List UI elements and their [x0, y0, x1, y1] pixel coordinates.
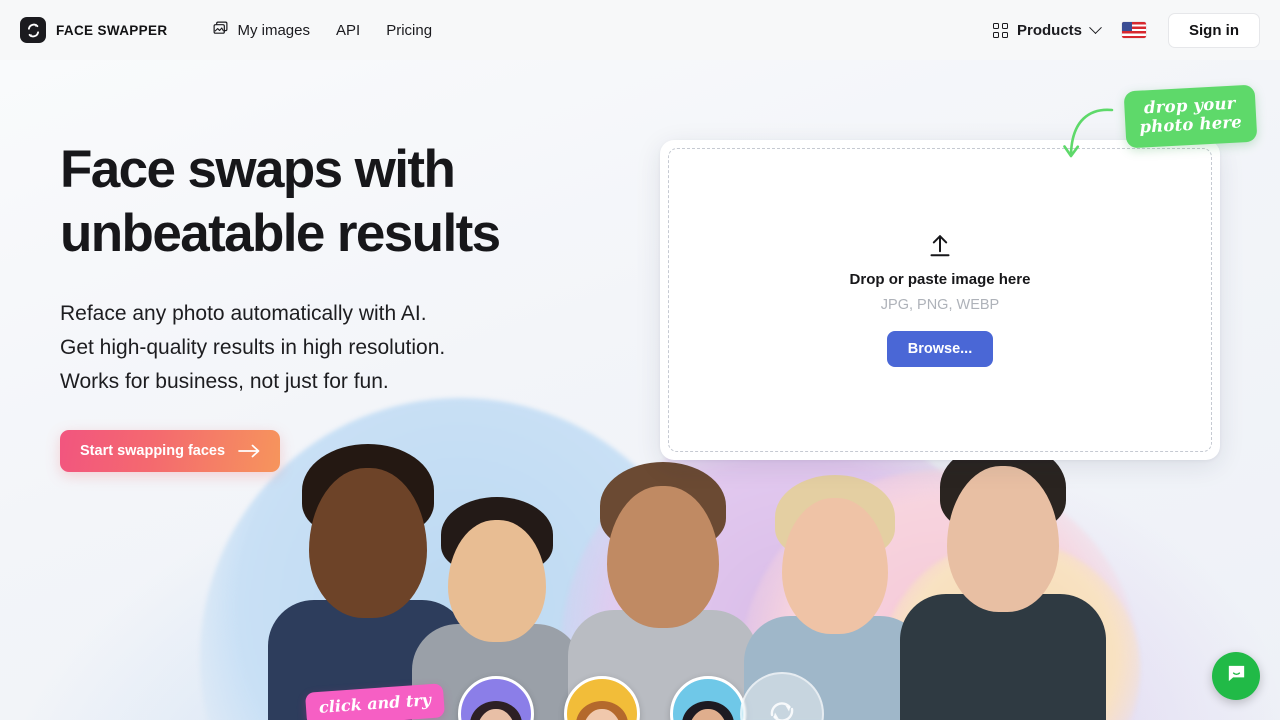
header-actions: Products Sign in	[992, 12, 1260, 48]
face-thumbnail-1[interactable]	[458, 676, 534, 720]
click-and-try-label: click and try	[318, 690, 432, 717]
curved-arrow-down-icon	[1052, 104, 1116, 176]
drop-photo-sticker: drop your photo here	[1123, 84, 1258, 149]
brand-logo[interactable]: FACE SWAPPER	[20, 17, 167, 43]
chevron-down-icon	[1089, 20, 1102, 34]
chat-launcher-button[interactable]	[1212, 652, 1260, 700]
chat-bubble-icon	[1225, 662, 1248, 690]
main-nav: My images API Pricing	[212, 20, 432, 41]
language-selector[interactable]	[1122, 22, 1146, 38]
site-header: FACE SWAPPER My images API Pricing Produ…	[0, 0, 1280, 60]
upload-arrow-icon	[927, 233, 953, 259]
person-head	[607, 486, 719, 628]
face-thumbnail-3[interactable]	[670, 676, 746, 720]
dropzone-title: Drop or paste image here	[849, 270, 1031, 288]
face-thumbnail-2[interactable]	[564, 676, 640, 720]
page-root: FACE SWAPPER My images API Pricing Produ…	[0, 0, 1280, 720]
hero-subheading: Reface any photo automatically with AI. …	[60, 302, 446, 394]
nav-item-api[interactable]: API	[336, 22, 360, 39]
grid-icon	[992, 22, 1008, 38]
dropzone-formats: JPG, PNG, WEBP	[880, 296, 1000, 313]
browse-button[interactable]: Browse...	[886, 330, 994, 368]
images-icon	[212, 20, 229, 41]
nav-item-label: Pricing	[386, 21, 433, 39]
person-man-glasses	[900, 442, 1106, 720]
face-thumbnail-list	[458, 676, 746, 720]
us-flag-icon	[1122, 22, 1146, 38]
cta-label: Start swapping faces	[80, 443, 226, 460]
arrow-right-icon	[238, 444, 260, 458]
person-body	[900, 594, 1106, 720]
products-menu-button[interactable]: Products	[992, 20, 1102, 39]
nav-item-label: API	[336, 21, 361, 39]
hero-text-block: Face swaps with unbeatable results Refac…	[60, 138, 640, 473]
person-head	[448, 520, 546, 642]
sign-in-button[interactable]: Sign in	[1168, 12, 1260, 48]
dropzone[interactable]: Drop or paste image here JPG, PNG, WEBP …	[668, 148, 1212, 452]
person-head	[947, 466, 1059, 612]
page-title: Face swaps with unbeatable results	[60, 140, 501, 263]
person-head	[782, 498, 888, 634]
nav-item-pricing[interactable]: Pricing	[386, 22, 432, 39]
person-head	[309, 468, 427, 618]
shuffle-refresh-icon	[765, 695, 799, 720]
upload-card: Drop or paste image here JPG, PNG, WEBP …	[660, 140, 1220, 460]
start-swapping-faces-button[interactable]: Start swapping faces	[60, 430, 281, 473]
drop-photo-sticker-label: drop your photo here	[1139, 93, 1243, 138]
face-swap-logo-icon	[20, 17, 46, 43]
brand-name: FACE SWAPPER	[56, 22, 168, 38]
nav-item-my-images[interactable]: My images	[212, 20, 310, 41]
nav-item-label: My images	[237, 21, 310, 39]
products-label: Products	[1016, 21, 1082, 39]
